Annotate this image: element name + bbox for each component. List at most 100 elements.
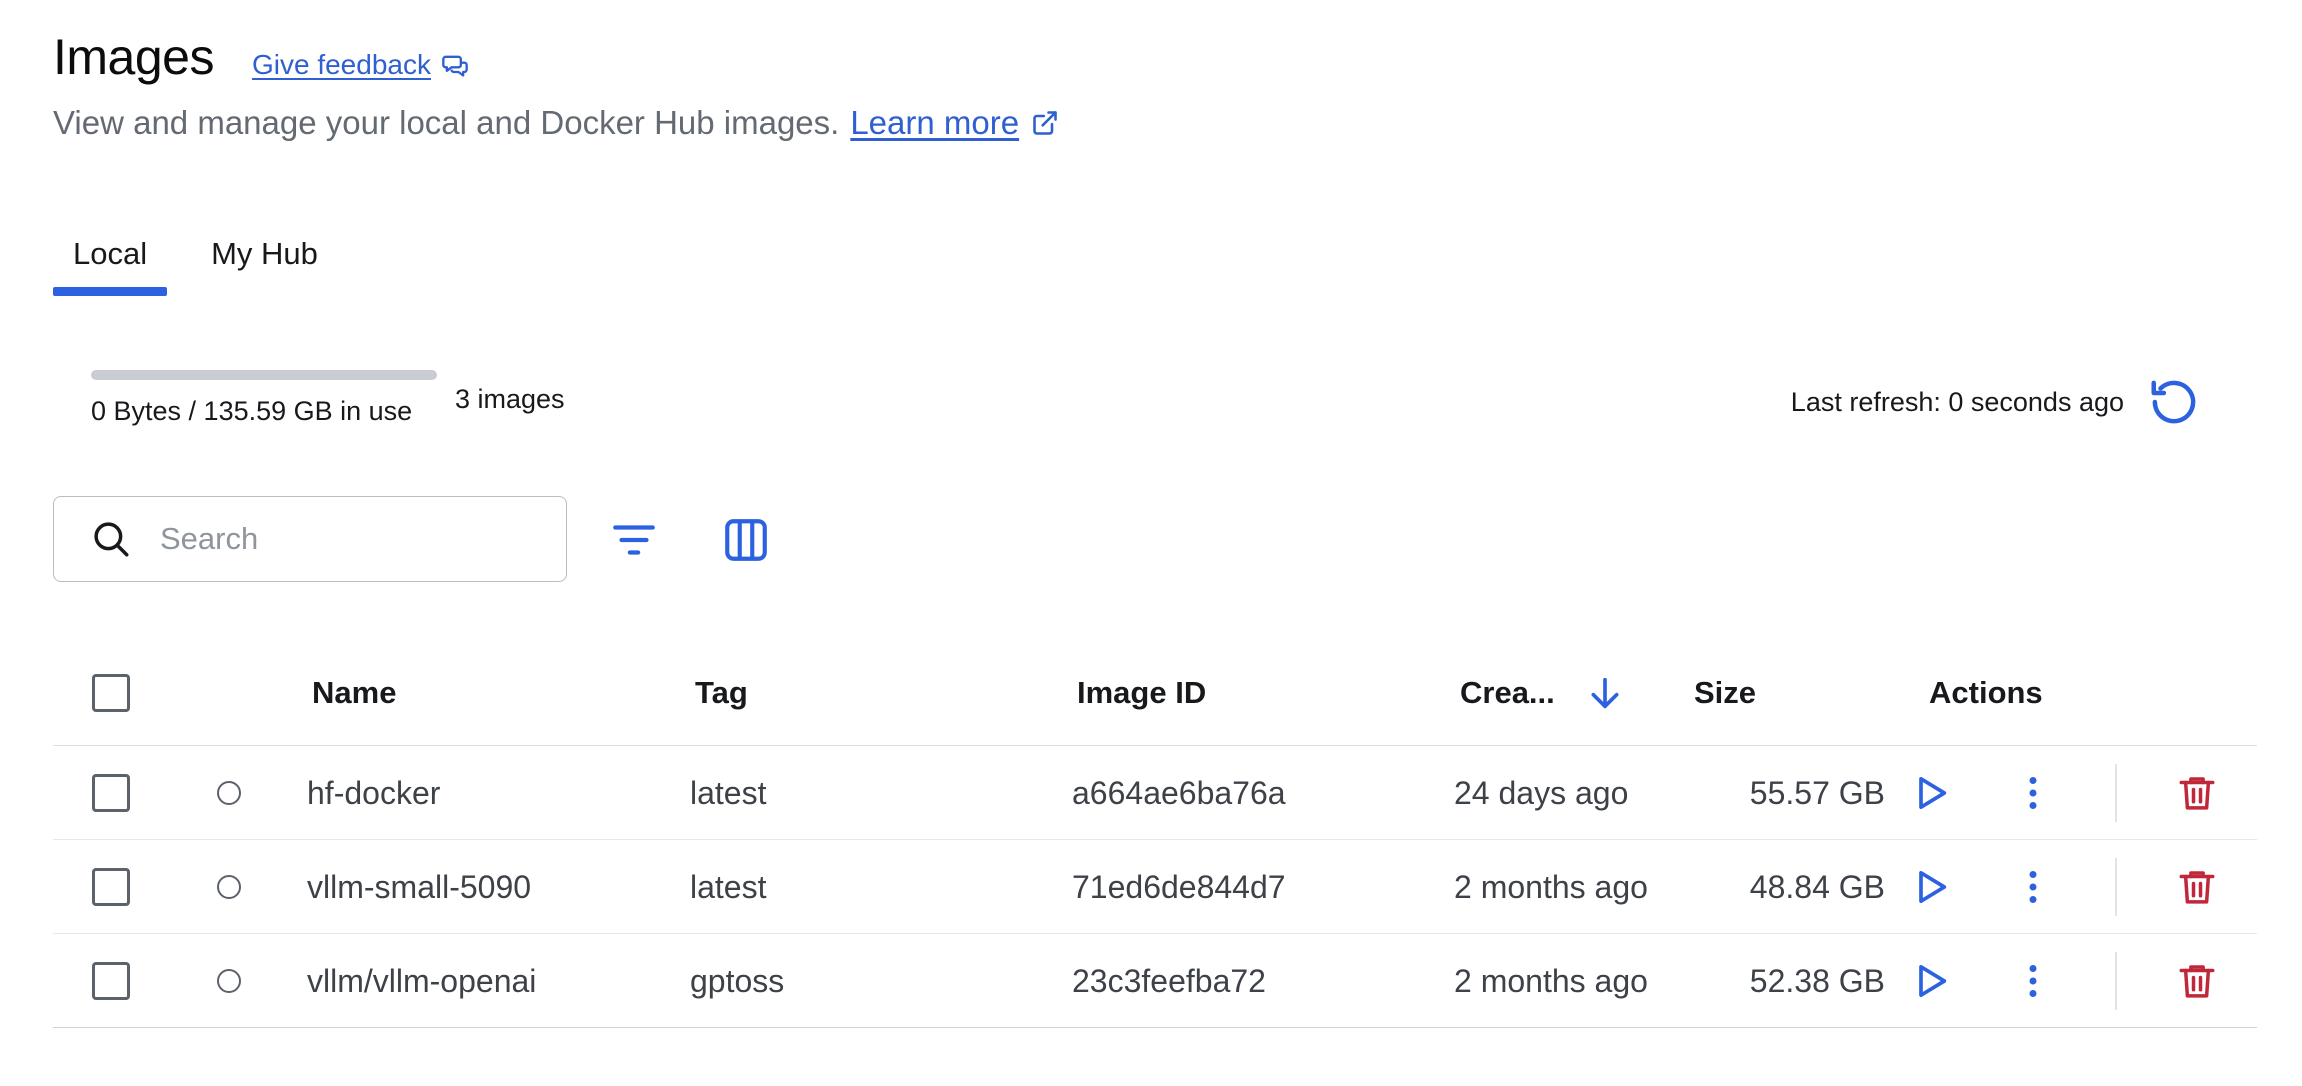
status-cell bbox=[217, 840, 241, 934]
more-vertical-icon bbox=[2029, 871, 2037, 903]
search-input[interactable] bbox=[160, 521, 540, 557]
columns-button[interactable] bbox=[716, 510, 776, 570]
image-status-indicator bbox=[217, 875, 241, 899]
subtitle-text: View and manage your local and Docker Hu… bbox=[53, 104, 840, 141]
arrow-down-icon bbox=[1591, 677, 1619, 709]
run-button[interactable] bbox=[1901, 951, 1961, 1011]
row-checkbox[interactable] bbox=[92, 868, 130, 906]
play-icon bbox=[1919, 871, 1947, 903]
tab-local[interactable]: Local bbox=[53, 230, 168, 296]
status-cell bbox=[217, 934, 241, 1028]
delete-button-cell bbox=[2167, 934, 2227, 1028]
run-button[interactable] bbox=[1901, 857, 1961, 917]
column-header-size[interactable]: Size bbox=[1694, 640, 1756, 746]
page-header: Images Give feedback bbox=[53, 28, 469, 86]
filter-button[interactable] bbox=[604, 510, 664, 570]
column-header-created-label: Crea... bbox=[1460, 675, 1555, 710]
refresh-icon bbox=[2151, 380, 2196, 424]
external-link-icon bbox=[1033, 111, 1057, 135]
learn-more-link[interactable]: Learn more bbox=[850, 104, 1059, 142]
give-feedback-link[interactable]: Give feedback bbox=[252, 49, 469, 81]
image-created: 2 months ago bbox=[1454, 868, 1648, 905]
column-header-tag[interactable]: Tag bbox=[695, 640, 748, 746]
disk-usage-bar bbox=[91, 370, 437, 380]
disk-usage-text: 0 Bytes / 135.59 GB in use bbox=[91, 396, 413, 426]
image-tag: gptoss bbox=[690, 962, 785, 999]
select-all-cell bbox=[92, 640, 130, 746]
feedback-icon bbox=[442, 55, 468, 77]
image-tabs: Local My Hub bbox=[53, 230, 338, 296]
delete-button[interactable] bbox=[2167, 951, 2227, 1011]
row-select-cell bbox=[92, 840, 130, 934]
delete-button-cell bbox=[2167, 746, 2227, 840]
image-created: 24 days ago bbox=[1454, 774, 1629, 811]
column-header-name[interactable]: Name bbox=[312, 640, 396, 746]
images-table: Name Tag Image ID Crea... Size Actions h… bbox=[53, 640, 2257, 1028]
more-vertical-icon bbox=[2029, 777, 2037, 809]
image-name[interactable]: vllm-small-5090 bbox=[307, 840, 531, 934]
image-status-indicator bbox=[217, 969, 241, 993]
refresh-status: Last refresh: 0 seconds ago bbox=[1791, 372, 2204, 432]
delete-button-cell bbox=[2167, 840, 2227, 934]
filter-icon bbox=[613, 525, 655, 555]
row-checkbox[interactable] bbox=[92, 962, 130, 1000]
more-button-cell bbox=[2003, 840, 2063, 934]
search-icon bbox=[94, 522, 129, 557]
trash-icon bbox=[2179, 871, 2215, 904]
actions-divider bbox=[2115, 952, 2117, 1010]
row-select-cell bbox=[92, 934, 130, 1028]
more-button-cell bbox=[2003, 746, 2063, 840]
more-button-cell bbox=[2003, 934, 2063, 1028]
last-refresh-text: Last refresh: 0 seconds ago bbox=[1790, 386, 2124, 417]
image-created: 2 months ago bbox=[1454, 962, 1648, 999]
image-status-indicator bbox=[217, 781, 241, 805]
image-name[interactable]: vllm/vllm-openai bbox=[307, 934, 536, 1028]
trash-icon bbox=[2179, 777, 2215, 810]
delete-button[interactable] bbox=[2167, 857, 2227, 917]
row-select-cell bbox=[92, 746, 130, 840]
column-header-actions: Actions bbox=[1929, 675, 2043, 710]
learn-more-label: Learn more bbox=[850, 104, 1020, 141]
more-vertical-icon bbox=[2029, 965, 2037, 997]
table-row[interactable]: vllm/vllm-openai gptoss 23c3feefba72 2 m… bbox=[53, 934, 2257, 1028]
play-icon bbox=[1919, 965, 1947, 997]
run-button-cell bbox=[1901, 934, 1961, 1028]
run-button-cell bbox=[1901, 840, 1961, 934]
column-header-created[interactable]: Crea... bbox=[1460, 640, 1625, 746]
disk-usage: 0 Bytes / 135.59 GB in use bbox=[91, 370, 437, 427]
image-tag: latest bbox=[690, 868, 767, 905]
more-options-button[interactable] bbox=[2003, 857, 2063, 917]
image-id: a664ae6ba76a bbox=[1072, 774, 1286, 811]
search-box[interactable] bbox=[53, 496, 567, 582]
columns-icon bbox=[725, 519, 767, 561]
tab-local-label: Local bbox=[73, 236, 148, 271]
image-id: 71ed6de844d7 bbox=[1072, 868, 1286, 905]
tab-my-hub-label: My Hub bbox=[211, 236, 318, 271]
run-button-cell bbox=[1901, 746, 1961, 840]
column-header-image-id[interactable]: Image ID bbox=[1077, 640, 1206, 746]
status-cell bbox=[217, 746, 241, 840]
refresh-button[interactable] bbox=[2144, 372, 2204, 432]
row-checkbox[interactable] bbox=[92, 774, 130, 812]
play-icon bbox=[1919, 777, 1947, 809]
actions-divider bbox=[2115, 858, 2117, 916]
table-row[interactable]: hf-docker latest a664ae6ba76a 24 days ag… bbox=[53, 746, 2257, 840]
actions-divider bbox=[2115, 764, 2117, 822]
image-id: 23c3feefba72 bbox=[1072, 962, 1266, 999]
image-count: 3 images bbox=[455, 384, 565, 414]
delete-button[interactable] bbox=[2167, 763, 2227, 823]
image-tag: latest bbox=[690, 774, 767, 811]
tab-my-hub[interactable]: My Hub bbox=[191, 230, 338, 296]
image-size: 48.84 GB bbox=[1749, 868, 1885, 905]
more-options-button[interactable] bbox=[2003, 951, 2063, 1011]
image-size: 55.57 GB bbox=[1749, 774, 1885, 811]
trash-icon bbox=[2179, 965, 2215, 998]
run-button[interactable] bbox=[1901, 763, 1961, 823]
table-row[interactable]: vllm-small-5090 latest 71ed6de844d7 2 mo… bbox=[53, 840, 2257, 934]
image-name[interactable]: hf-docker bbox=[307, 746, 440, 840]
table-header: Name Tag Image ID Crea... Size Actions bbox=[53, 640, 2257, 746]
more-options-button[interactable] bbox=[2003, 763, 2063, 823]
page-subtitle: View and manage your local and Docker Hu… bbox=[53, 104, 1059, 142]
select-all-checkbox[interactable] bbox=[92, 674, 130, 712]
table-body: hf-docker latest a664ae6ba76a 24 days ag… bbox=[53, 746, 2257, 1028]
